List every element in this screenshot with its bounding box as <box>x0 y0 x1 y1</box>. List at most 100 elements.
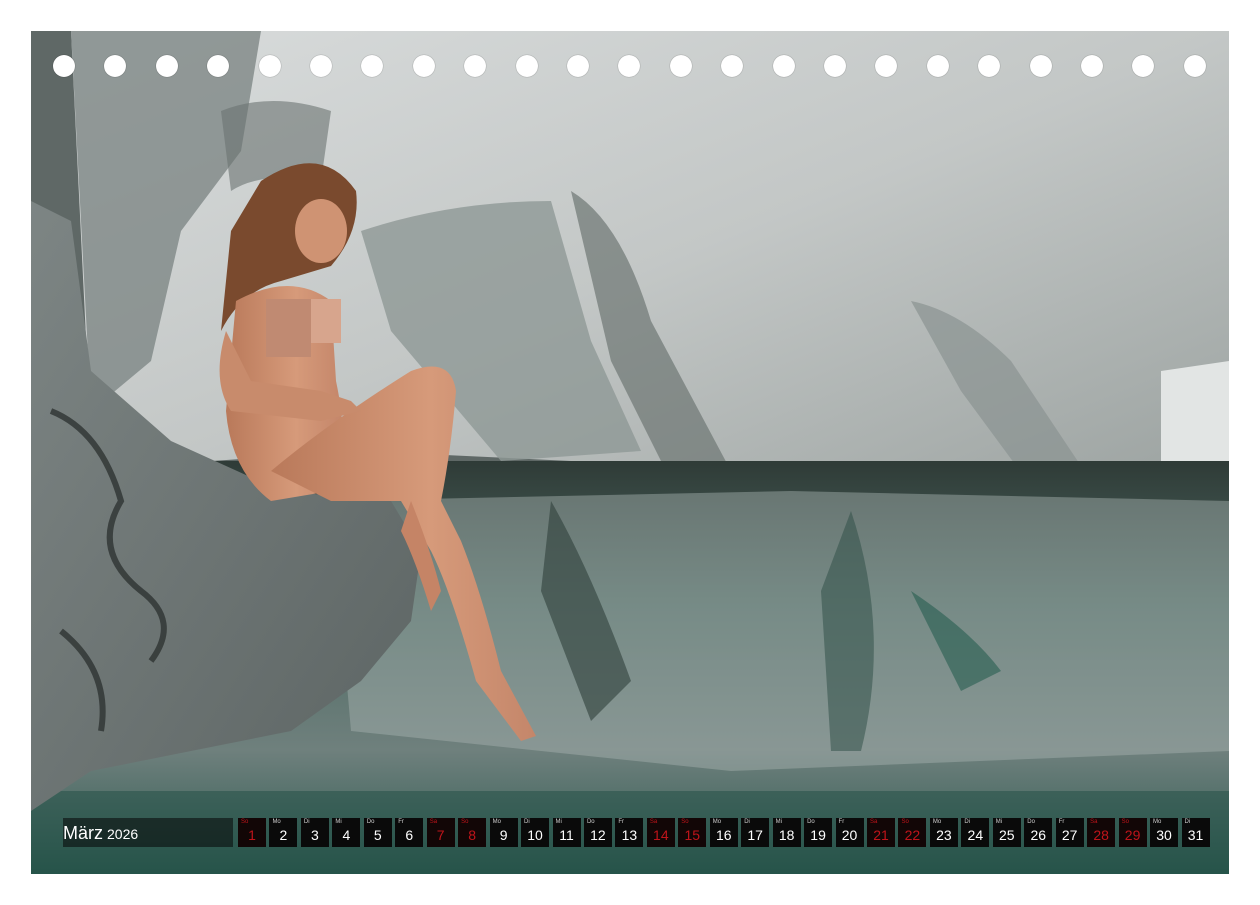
binding-hole <box>104 55 127 77</box>
day-cell: Do 12 <box>583 818 612 847</box>
weekday-abbr: Do <box>366 819 375 825</box>
weekday-abbr: Di <box>964 819 971 825</box>
day-number: 26 <box>1030 827 1047 843</box>
binding-hole <box>361 55 384 77</box>
day-number: 15 <box>684 827 701 843</box>
weekday-abbr: So <box>681 819 689 825</box>
weekday-abbr: Fr <box>618 819 625 825</box>
day-cell: Di 17 <box>741 818 770 847</box>
calendar-bar: März 2026 So 1 Mo 2 Di 3 Mi 4 Do 5 Fr 6 Sa 7 So 8 Mo 9 Di 10… <box>49 816 1214 850</box>
weekday-abbr: Di <box>1184 819 1191 825</box>
binding-hole <box>1081 55 1103 77</box>
weekday-abbr: Di <box>524 819 530 825</box>
binding-hole <box>926 55 949 77</box>
day-number: 23 <box>936 827 952 843</box>
binding-hole <box>772 55 795 77</box>
calendar-page: März 2026 So 1 Mo 2 Di 3 Mi 4 Do 5 Fr 6 Sa 7 So 8 Mo 9 Di 10… <box>31 31 1229 874</box>
day-cell: So 29 <box>1118 818 1147 847</box>
weekday-abbr: Mi <box>995 819 1003 825</box>
day-cell: So 8 <box>458 818 487 847</box>
day-number: 12 <box>590 827 606 843</box>
binding-hole <box>875 55 898 77</box>
day-number: 4 <box>342 827 351 843</box>
binding-holes <box>31 31 1229 101</box>
binding-hole <box>207 55 230 77</box>
day-number: 1 <box>248 827 256 843</box>
day-number: 8 <box>468 827 477 843</box>
binding-hole <box>567 55 589 77</box>
weekday-abbr: Di <box>744 819 750 825</box>
binding-hole <box>310 55 332 77</box>
day-number: 5 <box>373 827 382 843</box>
binding-hole <box>618 55 641 77</box>
day-cell: So 15 <box>678 818 707 847</box>
binding-hole <box>258 55 281 77</box>
day-number: 16 <box>715 827 732 843</box>
binding-hole <box>669 55 692 77</box>
weekday-abbr: Mi <box>775 819 782 825</box>
day-number: 10 <box>527 827 543 843</box>
day-number: 31 <box>1187 827 1204 843</box>
weekday-abbr: Fr <box>398 819 404 825</box>
weekday-abbr: So <box>1121 819 1129 825</box>
day-number: 29 <box>1124 827 1141 843</box>
weekday-abbr: Mo <box>272 819 281 825</box>
weekday-abbr: Do <box>1027 819 1035 825</box>
day-cell: Do 19 <box>804 818 833 847</box>
weekday-abbr: Fr <box>1058 819 1065 825</box>
year-label: 2026 <box>107 826 139 842</box>
day-cell: Sa 7 <box>426 818 455 847</box>
weekday-abbr: Mo <box>492 819 501 825</box>
day-cell: Di 31 <box>1181 818 1210 847</box>
binding-hole <box>464 55 487 77</box>
binding-hole <box>824 55 846 77</box>
day-cell: Fr 27 <box>1055 818 1084 847</box>
day-number: 22 <box>904 827 921 843</box>
binding-hole <box>1183 55 1206 77</box>
day-cell: So 22 <box>898 818 927 847</box>
month-label: März 2026 <box>63 822 138 845</box>
weekday-abbr: Mi <box>335 819 342 825</box>
day-number: 17 <box>747 827 763 843</box>
day-number: 27 <box>1061 827 1078 843</box>
day-cell: Mo 16 <box>709 818 738 847</box>
day-cell: Sa 14 <box>646 818 675 847</box>
day-number: 20 <box>841 827 858 843</box>
weekday-abbr: Fr <box>838 819 845 825</box>
weekday-abbr: Sa <box>649 819 658 825</box>
weekday-abbr: Sa <box>1090 819 1098 825</box>
day-number: 2 <box>279 827 288 843</box>
day-number: 3 <box>310 827 319 843</box>
day-number: 7 <box>436 827 445 843</box>
day-cell: Fr 13 <box>615 818 644 847</box>
day-cell: So 1 <box>238 818 266 847</box>
day-cell: Sa 28 <box>1087 818 1116 847</box>
day-cell: Di 24 <box>961 818 990 847</box>
weekday-abbr: So <box>901 819 909 825</box>
weekday-abbr: Mo <box>712 819 722 825</box>
weekday-abbr: Mo <box>1153 819 1162 825</box>
day-number: 13 <box>621 827 638 843</box>
binding-hole <box>53 55 75 77</box>
day-cell: Sa 21 <box>867 818 895 847</box>
calendar-photo <box>31 31 1229 874</box>
day-cell: Di 3 <box>300 818 329 847</box>
month-name: März <box>63 823 103 843</box>
weekday-abbr: Do <box>586 819 595 825</box>
day-cell: Mi 4 <box>332 818 361 847</box>
weekday-abbr: Do <box>807 819 815 825</box>
day-number: 11 <box>559 827 574 843</box>
day-cell: Mo 30 <box>1150 818 1179 847</box>
day-number: 6 <box>405 827 414 843</box>
binding-hole <box>978 55 1001 77</box>
day-cell: Mi 11 <box>552 818 581 847</box>
day-number: 19 <box>810 827 826 843</box>
binding-hole <box>515 55 538 77</box>
weekday-abbr: Sa <box>429 819 438 825</box>
weekday-abbr: So <box>241 819 249 825</box>
binding-hole <box>155 55 178 77</box>
day-number: 24 <box>967 827 984 843</box>
day-cell: Di 10 <box>521 818 550 847</box>
day-number: 28 <box>1093 827 1109 843</box>
weekday-abbr: Mi <box>555 819 562 825</box>
